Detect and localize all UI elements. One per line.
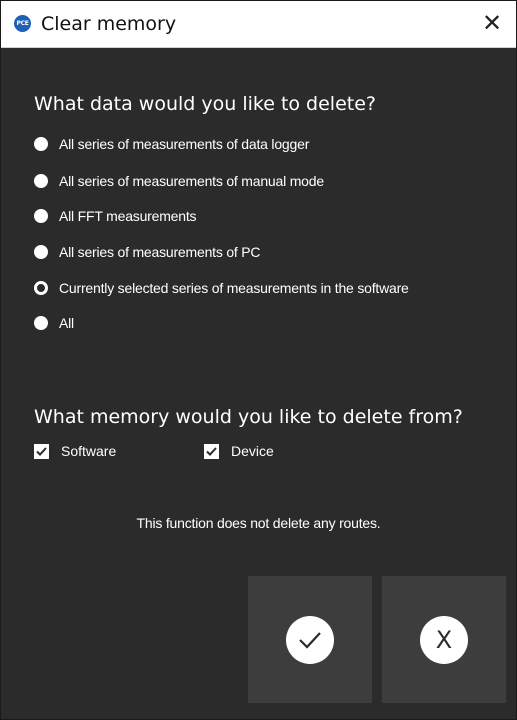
checkbox-box[interactable]	[34, 443, 49, 459]
radio-pc[interactable]: All series of measurements of PC	[34, 242, 261, 262]
radio-indicator-selected[interactable]	[34, 281, 48, 295]
checkmark-icon	[206, 446, 217, 456]
data-section-heading: What data would you like to delete?	[34, 93, 376, 115]
confirm-button[interactable]	[248, 576, 372, 703]
clear-memory-dialog: PCE Clear memory ✕ What data would you l…	[0, 0, 517, 720]
info-note: This function does not delete any routes…	[136, 515, 381, 531]
radio-data-logger[interactable]: All series of measurements of data logge…	[34, 134, 309, 154]
memory-section-heading: What memory would you like to delete fro…	[34, 406, 463, 428]
checkmark-icon	[299, 631, 321, 649]
radio-indicator[interactable]	[34, 245, 48, 259]
radio-indicator[interactable]	[34, 316, 48, 330]
checkbox-label: Software	[61, 443, 117, 459]
radio-indicator[interactable]	[34, 137, 48, 151]
radio-label: All series of measurements of PC	[59, 244, 261, 260]
pce-logo-icon: PCE	[14, 15, 31, 32]
checkbox-box[interactable]	[204, 443, 219, 459]
radio-label: All FFT measurements	[59, 208, 197, 224]
radio-label: All series of measurements of data logge…	[59, 136, 310, 152]
title-bar: PCE Clear memory ✕	[1, 1, 516, 48]
radio-label: Currently selected series of measurement…	[59, 280, 409, 296]
radio-indicator[interactable]	[34, 209, 48, 223]
radio-all[interactable]: All	[34, 313, 74, 333]
radio-fft[interactable]: All FFT measurements	[34, 206, 197, 226]
close-button[interactable]: ✕	[477, 8, 507, 38]
cancel-button[interactable]: X	[382, 576, 506, 703]
radio-manual-mode[interactable]: All series of measurements of manual mod…	[34, 171, 324, 191]
radio-label: All	[59, 315, 74, 331]
confirm-circle	[286, 615, 334, 664]
x-icon: X	[435, 625, 453, 654]
checkbox-software[interactable]: Software	[34, 441, 116, 461]
radio-label: All series of measurements of manual mod…	[59, 173, 324, 189]
cancel-circle: X	[420, 615, 468, 664]
checkmark-icon	[36, 446, 47, 456]
checkbox-label: Device	[231, 443, 274, 459]
radio-currently-selected[interactable]: Currently selected series of measurement…	[34, 278, 409, 298]
radio-indicator[interactable]	[34, 174, 48, 188]
checkbox-device[interactable]: Device	[204, 441, 274, 461]
dialog-title: Clear memory	[41, 13, 177, 35]
